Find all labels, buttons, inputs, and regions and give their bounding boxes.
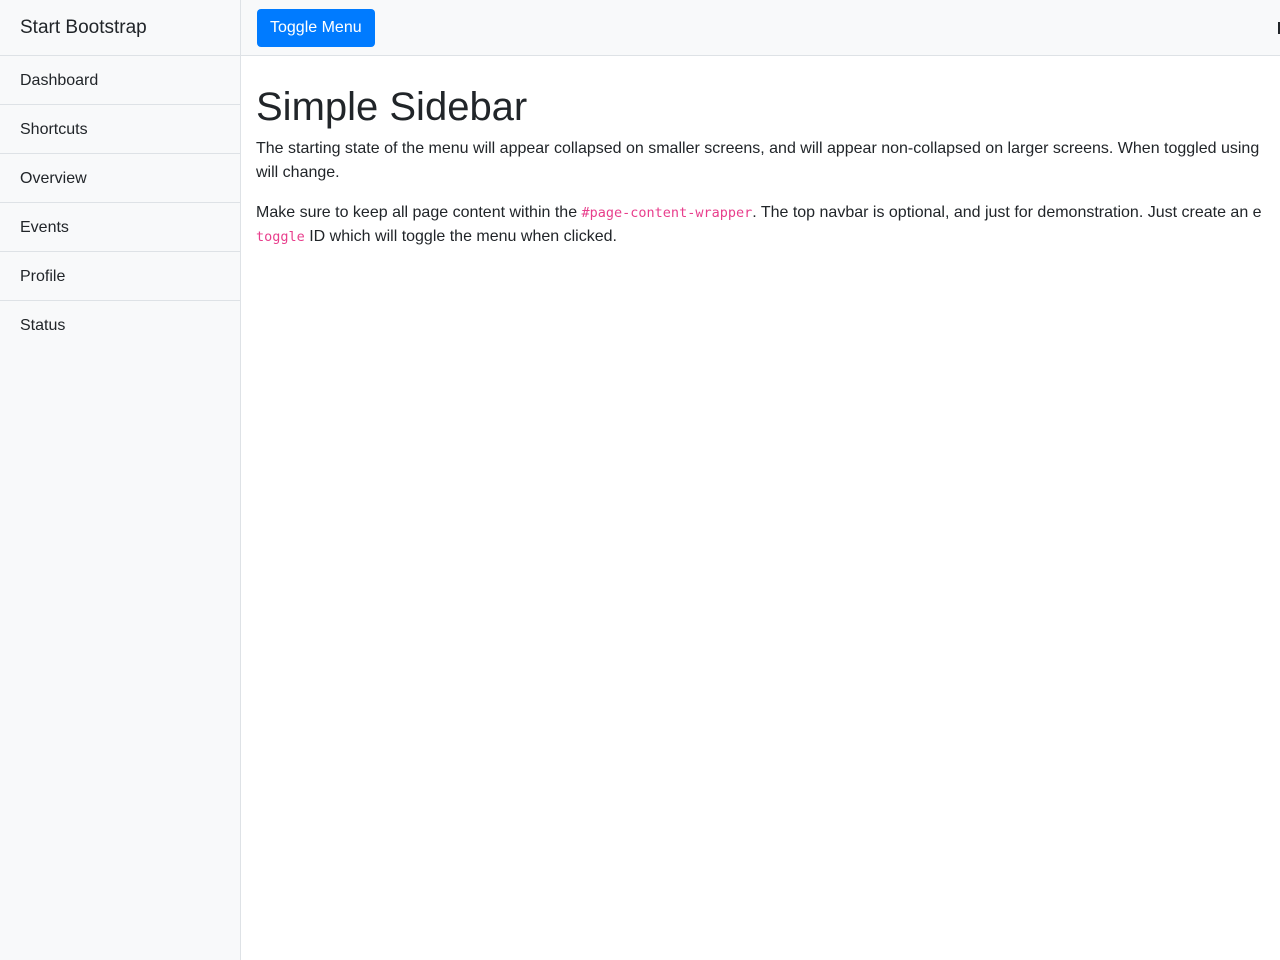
toggle-menu-button[interactable]: Toggle Menu — [257, 9, 375, 47]
sidebar-brand[interactable]: Start Bootstrap — [0, 0, 240, 56]
sidebar: Start Bootstrap Dashboard Shortcuts Over… — [0, 0, 241, 960]
sidebar-item-shortcuts[interactable]: Shortcuts — [0, 105, 240, 154]
sidebar-item-dashboard[interactable]: Dashboard — [0, 56, 240, 105]
sidebar-item-status[interactable]: Status — [0, 301, 240, 350]
sidebar-item-events[interactable]: Events — [0, 203, 240, 252]
intro-line-2: will change. — [256, 164, 340, 181]
code-page-content-wrapper: #page-content-wrapper — [581, 205, 753, 221]
code-toggle: toggle — [256, 229, 305, 245]
instructions-line-2: toggle ID which will toggle the menu whe… — [256, 225, 1280, 249]
intro-line-1: The starting state of the menu will appe… — [256, 140, 1260, 157]
page-title: Simple Sidebar — [256, 85, 528, 129]
text: . The top navbar is optional, and just f… — [752, 204, 1262, 221]
instructions-paragraph: Make sure to keep all page content withi… — [256, 201, 1280, 249]
text: ID which will toggle the menu when click… — [304, 228, 617, 245]
text: Make sure to keep all page content withi… — [256, 204, 582, 221]
intro-paragraph: The starting state of the menu will appe… — [256, 137, 1280, 185]
sidebar-item-overview[interactable]: Overview — [0, 154, 240, 203]
sidebar-item-profile[interactable]: Profile — [0, 252, 240, 301]
sidebar-menu: Dashboard Shortcuts Overview Events Prof… — [0, 56, 240, 350]
instructions-line-1: Make sure to keep all page content withi… — [256, 201, 1280, 225]
top-navbar: Toggle Menu — [241, 0, 1280, 56]
page-content: Simple Sidebar The starting state of the… — [256, 57, 1280, 265]
